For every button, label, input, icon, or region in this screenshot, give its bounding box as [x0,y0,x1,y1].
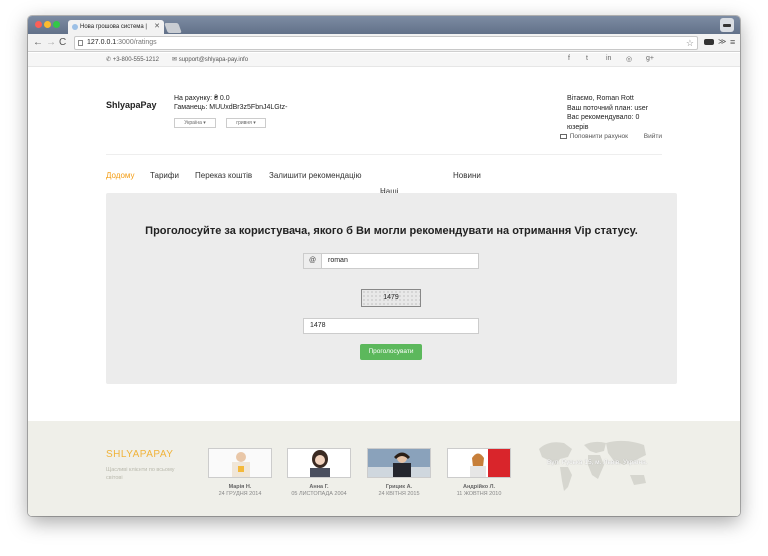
tab-strip: Нова грошова система | ✕ [28,16,740,34]
nav-transfer[interactable]: Переказ коштів [195,171,252,180]
address-bar[interactable]: 127.0.0.1:3000/ratings ☆ [74,36,698,50]
url-path: :3000/ratings [116,39,157,46]
wallet: Гаманець: MUUxdBr3z5FbnJ4LGtz- [174,104,288,111]
url-host: 127.0.0.1 [87,39,117,46]
phone-icon: ✆ [106,57,113,63]
captcha-input[interactable]: 1478 [303,318,479,334]
client-name: Андрійко Л. [462,484,495,490]
facebook-icon[interactable]: f [568,55,570,62]
client-photo [287,448,351,478]
client-card[interactable]: Анна Г. 05 ЛИСТОПАДА 2004 [287,448,351,497]
reload-icon[interactable]: C [59,36,66,50]
client-photo [208,448,272,478]
topup-link[interactable]: Поповнити рахунок [559,133,628,140]
nav-recommend[interactable]: Залишити рекомендацію [269,171,361,180]
forward-icon[interactable]: → [46,36,56,50]
page: ✆ +3-800-555-1212 ✉ support@shlyapa-pay.… [28,53,740,516]
client-name: Анна Г. [309,484,329,490]
site-logo[interactable]: ShlyapaPay [106,100,157,110]
browser-window: Нова грошова система | ✕ ← → C 127.0.0.1… [28,16,740,516]
nav-tariffs[interactable]: Тарифи [150,171,179,180]
client-card[interactable]: Грицик А. 24 КВІТНЯ 2015 [367,448,431,497]
extension-icon[interactable] [704,39,714,45]
footer-address: Вул. Руська 15, м. Львів, Україна. [547,459,648,466]
vote-heading: Проголосуйте за користувача, якого б Ви … [145,225,638,237]
site-header: ShlyapaPay На рахунку: ₴ 0.0 Гаманець: M… [106,67,662,155]
vote-panel: Проголосуйте за користувача, якого б Ви … [106,193,677,384]
topup-label: Поповнити рахунок [569,133,628,140]
twitter-icon[interactable]: t [586,55,588,62]
logout-link[interactable]: Вийти [644,133,662,140]
email-address: support@shlyapa-pay.info [178,57,249,63]
email[interactable]: ✉ support@shlyapa-pay.info [172,56,248,63]
page-icon [78,40,83,46]
footer: SHLYAPAPAY Щасливі клієнти по всьому сві… [28,421,740,516]
client-card[interactable]: Марія Н. 24 ГРУДНЯ 2014 [208,448,272,497]
nav-news[interactable]: Новини [453,171,481,180]
tab-title: Нова грошова система | [80,24,147,30]
contact-bar: ✆ +3-800-555-1212 ✉ support@shlyapa-pay.… [28,53,740,67]
main-nav: Додому Тарифи Переказ коштів Залишити ре… [106,155,662,205]
incognito-icon [720,18,734,32]
phone-number: +3-800-555-1212 [112,57,159,63]
money-icon [559,133,567,139]
client-date: 05 ЛИСТОПАДА 2004 [291,491,347,497]
zoom-window-button[interactable] [53,21,60,28]
client-date: 11 ЖОВТНЯ 2010 [456,491,502,497]
browser-tab[interactable]: Нова грошова система | ✕ [68,20,164,34]
client-name: Грицик А. [385,484,413,490]
extension-menu-icon[interactable]: ≫ [718,35,726,49]
client-card[interactable]: Андрійко Л. 11 ЖОВТНЯ 2010 [447,448,511,497]
envelope-icon: ✉ [172,57,179,63]
client-photo [367,448,431,478]
bookmark-star-icon[interactable]: ☆ [686,37,694,49]
captcha-image: 1479 [361,289,421,307]
client-date: 24 ГРУДНЯ 2014 [218,491,262,497]
currency-select-value: гривня [236,120,252,126]
close-window-button[interactable] [35,21,42,28]
close-tab-icon[interactable]: ✕ [154,20,160,34]
google-plus-icon[interactable]: g+ [646,55,654,62]
at-addon: @ [304,254,322,268]
phone: ✆ +3-800-555-1212 [106,56,159,63]
favicon-icon [72,24,78,30]
recommendation-count: Вас рекомендувало: 0 юзерів [567,114,640,131]
browser-toolbar: ← → C 127.0.0.1:3000/ratings ☆ ≫ ≡ [28,34,740,52]
dribbble-icon[interactable]: ◎ [626,55,632,63]
username-input-group: @ roman [303,253,479,269]
browser-menu-icon[interactable]: ≡ [730,35,735,49]
nav-home[interactable]: Додому [106,171,135,180]
back-icon[interactable]: ← [33,36,43,50]
country-select-value: Україна [184,120,202,126]
new-tab-button[interactable] [164,23,182,33]
vote-button[interactable]: Проголосувати [360,344,422,360]
footer-tagline: Щасливі клієнти по всьому світові [106,467,175,481]
linkedin-icon[interactable]: in [606,55,611,62]
caret-down-icon: ▾ [203,120,206,126]
client-photo [447,448,511,478]
client-date: 24 КВІТНЯ 2015 [378,491,420,497]
client-name: Марія Н. [228,484,252,490]
footer-logo: SHLYAPAPAY [106,449,174,460]
user-info: Вітаємо, Roman Rott Ваш поточний план: u… [567,94,662,132]
greeting: Вітаємо, Roman Rott [567,95,634,102]
current-plan: Ваш поточний план: user [567,104,648,112]
balance: На рахунку: ₴ 0.0 [174,95,230,102]
minimize-window-button[interactable] [44,21,51,28]
currency-select[interactable]: гривня ▾ [226,118,266,128]
account-info: На рахунку: ₴ 0.0 Гаманець: MUUxdBr3z5Fb… [174,94,288,112]
caret-down-icon: ▾ [253,120,256,126]
username-input[interactable]: roman [328,254,348,268]
country-select[interactable]: Україна ▾ [174,118,216,128]
